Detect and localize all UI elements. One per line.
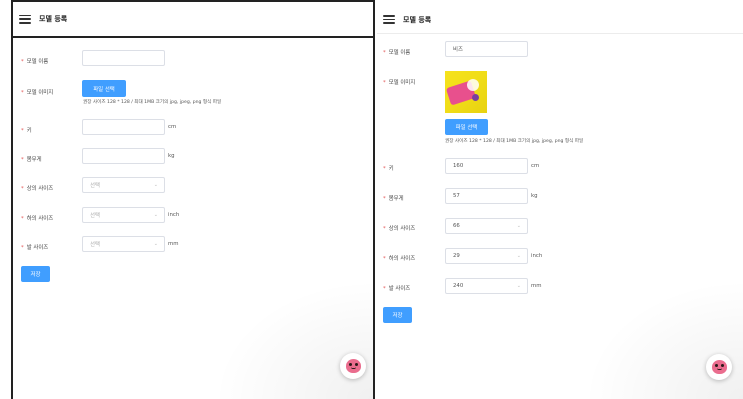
image-label: * 모델 이미지: [21, 90, 54, 96]
weight-label: * 몸무게: [383, 196, 404, 202]
chevron-down-icon: ⌄: [516, 223, 521, 229]
save-button[interactable]: 저장: [383, 307, 412, 323]
chatbot-mascot-icon[interactable]: [706, 354, 732, 380]
chevron-down-icon: ⌄: [516, 253, 521, 259]
shoe-size-label: * 발 사이즈: [383, 286, 411, 292]
weight-unit: kg: [531, 193, 538, 199]
height-label: * 키: [21, 128, 32, 134]
header-bar: 모델 등록: [377, 0, 743, 34]
save-button[interactable]: 저장: [21, 266, 50, 282]
chatbot-mascot-icon[interactable]: [340, 353, 366, 379]
file-select-button[interactable]: 파일 선택: [445, 119, 488, 135]
right-panel: 모델 등록 * 모델 이름 비즈 * 모델 이미지 파일 선택 권장 사이즈 128…: [377, 0, 743, 399]
page-title: 모델 등록: [39, 15, 68, 23]
name-label: * 모델 이름: [383, 50, 411, 56]
top-size-label: * 상의 사이즈: [21, 186, 54, 192]
top-size-label: * 상의 사이즈: [383, 226, 416, 232]
left-panel: 모델 등록 * 모델 이름 * 모델 이미지 파일 선택 권장 사이즈 128 * …: [11, 0, 375, 399]
height-input[interactable]: [82, 119, 165, 135]
height-input[interactable]: 160: [445, 158, 528, 174]
shoe-size-label: * 발 사이즈: [21, 245, 49, 251]
header-bar: 모델 등록: [13, 0, 373, 38]
model-name-input[interactable]: 비즈: [445, 41, 528, 57]
height-label: * 키: [383, 166, 394, 172]
chevron-down-icon: ⌄: [516, 283, 521, 289]
weight-input[interactable]: 57: [445, 188, 528, 204]
weight-unit: kg: [168, 153, 175, 159]
bottom-unit: inch: [531, 253, 543, 259]
chevron-down-icon: ⌄: [153, 241, 158, 247]
weight-input[interactable]: [82, 148, 165, 164]
file-select-button[interactable]: 파일 선택: [82, 80, 126, 97]
background-shade: [213, 279, 373, 399]
image-hint: 권장 사이즈 128 * 128 / 최대 1MB 크기의 jpg, jpeg,…: [445, 139, 584, 144]
shoe-unit: mm: [168, 241, 179, 247]
top-size-select[interactable]: 66 ⌄: [445, 218, 528, 234]
height-unit: cm: [168, 124, 177, 130]
image-label: * 모델 이미지: [383, 80, 416, 86]
shoe-unit: mm: [531, 283, 542, 289]
shoe-size-select[interactable]: 240 ⌄: [445, 278, 528, 294]
weight-label: * 몸무게: [21, 157, 42, 163]
menu-icon[interactable]: [383, 15, 395, 24]
chevron-down-icon: ⌄: [153, 182, 158, 188]
background-shade: [583, 279, 743, 399]
name-label: * 모델 이름: [21, 59, 49, 65]
bottom-unit: inch: [168, 212, 180, 218]
shoe-size-select[interactable]: 선택 ⌄: [82, 236, 165, 252]
model-image-preview: [445, 71, 487, 113]
bottom-size-label: * 하의 사이즈: [383, 256, 416, 262]
bottom-size-select[interactable]: 선택 ⌄: [82, 207, 165, 223]
image-hint: 권장 사이즈 128 * 128 / 최대 1MB 크기의 jpg, jpeg,…: [83, 100, 222, 105]
page-title: 모델 등록: [403, 15, 432, 24]
height-unit: cm: [531, 163, 540, 169]
menu-icon[interactable]: [19, 14, 31, 24]
bottom-size-select[interactable]: 29 ⌄: [445, 248, 528, 264]
chevron-down-icon: ⌄: [153, 212, 158, 218]
top-size-select[interactable]: 선택 ⌄: [82, 177, 165, 193]
bottom-size-label: * 하의 사이즈: [21, 216, 54, 222]
model-name-input[interactable]: [82, 50, 165, 66]
